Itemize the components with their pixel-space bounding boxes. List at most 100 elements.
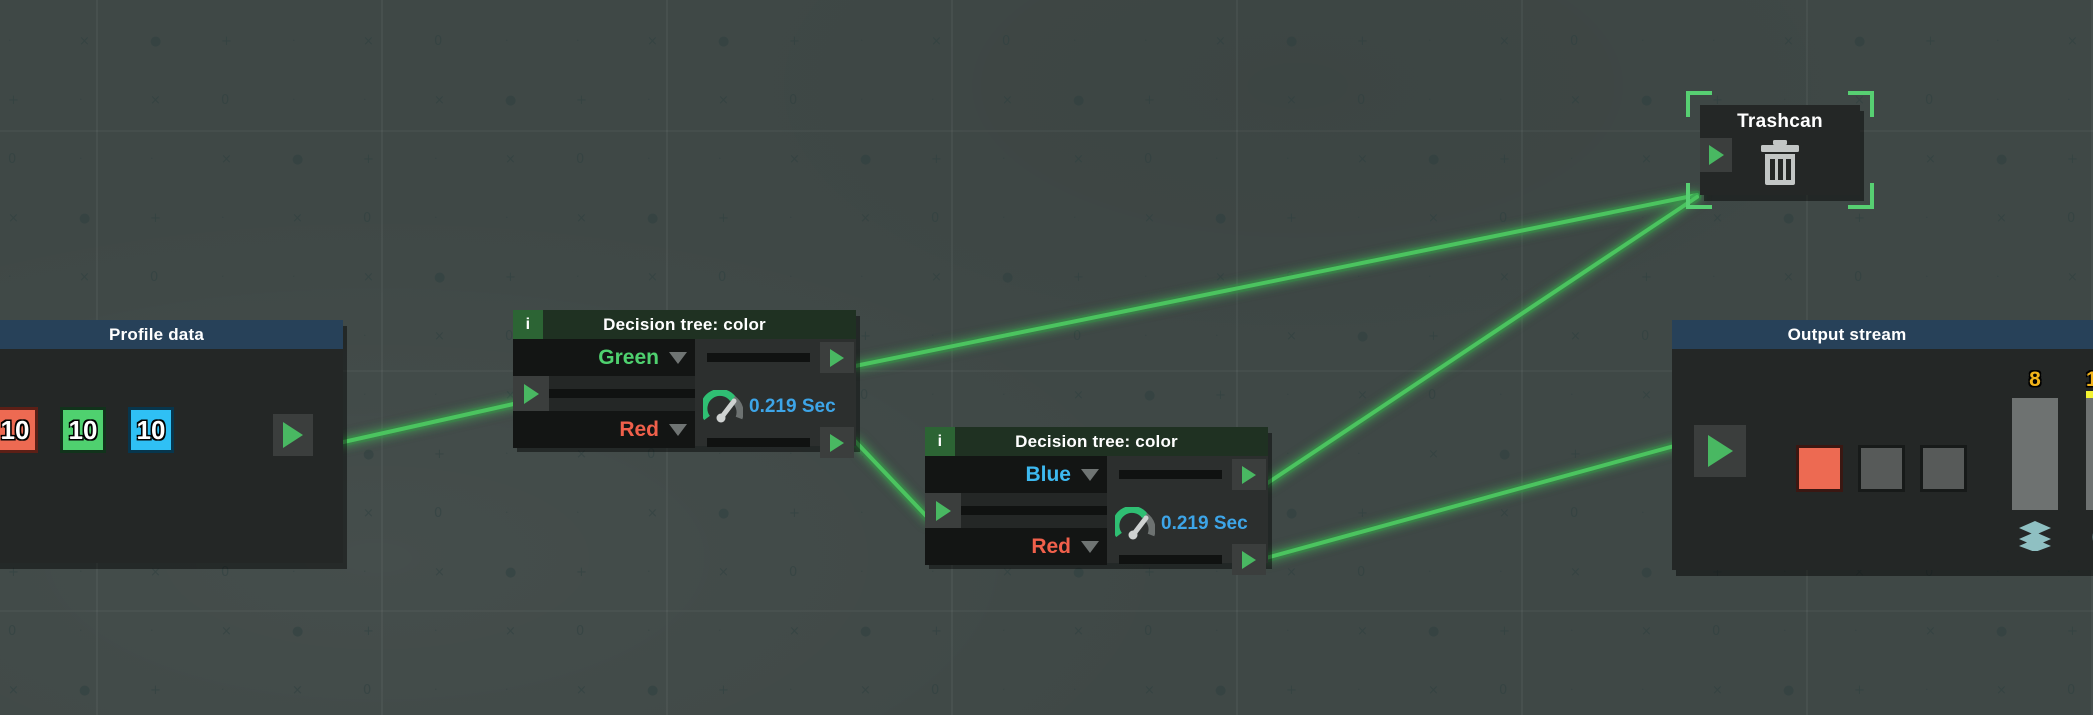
node-profile-data[interactable]: Profile data 10 10 10 [0,320,347,569]
grid-marker: + [2067,624,2078,639]
grid-marker: ● [79,211,91,226]
grid-marker: + [576,93,587,108]
meter-layers[interactable]: 8 [2012,368,2058,555]
grid-marker: + [1499,152,1510,167]
grid-marker: 0 [2067,211,2076,226]
output-track-top-1[interactable] [707,353,810,362]
grid-marker: × [1002,93,1013,108]
input-port-output-stream[interactable] [1694,425,1746,477]
grid-marker: × [2067,270,2078,285]
output-port-top-2[interactable] [1232,459,1266,490]
grid-marker: · [1286,447,1290,460]
grid-marker: × [860,683,871,698]
grid-marker: × [1286,93,1297,108]
node-decision-tree-1[interactable]: i Decision tree: color Green Red 0.219 S… [513,310,860,458]
grid-marker: × [1712,683,1723,698]
grid-marker: · [1783,624,1787,637]
output-swatch-red[interactable] [1796,445,1843,492]
profile-data-output-port[interactable] [273,414,313,456]
output-port-bottom-2[interactable] [1232,544,1266,575]
grid-marker: + [363,152,374,167]
grid-marker: 0 [8,152,17,167]
profile-value-red[interactable]: 10 [0,407,38,453]
dropdown-top-choice-2[interactable]: Blue [925,456,1107,493]
node-graph-canvas[interactable]: · × ● + · × 0 · · × ● + · × 0 · · × ● + · × 0 · · × ● + · × + · × 0 · · × ● + ·… [0,0,2093,715]
grid-marker: ● [860,152,872,167]
grid-marker: · [1641,447,1645,460]
node-output-stream[interactable]: Output stream 8 1 [1672,320,2093,576]
input-port-decision-tree-1[interactable] [513,376,549,411]
grid-marker: · [1641,211,1645,224]
dropdown-value: Red [1031,534,1071,558]
selection-bracket-bottom-left [1686,183,1712,209]
dropdown-bottom-choice-2[interactable]: Red [925,528,1107,565]
grid-marker: · [1286,152,1290,165]
grid-marker: · [363,329,367,342]
input-port-trashcan[interactable] [1700,138,1732,172]
grid-marker: + [1854,211,1865,226]
grid-marker: · [860,93,864,106]
grid-marker: × [505,624,516,639]
grid-marker: 0 [1499,683,1508,698]
grid-marker: ● [1144,388,1156,403]
grid-marker: × [1641,624,1652,639]
grid-marker: × [1002,329,1013,344]
grid-marker: · [718,152,722,165]
grid-marker: ● [505,565,517,580]
node-titlebar-decision-tree-1: i Decision tree: color [513,310,856,339]
grid-marker: 0 [789,93,798,108]
output-port-top-1[interactable] [820,342,854,373]
grid-marker: × [1925,152,1936,167]
output-port-bottom-1[interactable] [820,427,854,458]
grid-marker: · [1002,388,1006,401]
grid-marker: · [789,270,793,283]
grid-marker: · [292,93,296,106]
grid-marker: × [647,270,658,285]
grid-marker: · [789,683,793,696]
dropdown-top-choice-1[interactable]: Green [513,339,695,376]
grid-marker: · [576,34,580,47]
dropdown-bottom-choice-1[interactable]: Red [513,411,695,448]
gauge-icon [1112,505,1156,541]
grid-marker: · [1428,565,1432,578]
grid-marker: ● [1286,34,1298,49]
grid-marker: + [434,447,445,462]
grid-marker: · [79,624,83,637]
grid-marker: × [1499,506,1510,521]
grid-marker: × [221,152,232,167]
gauge-value-2: 0.219 Sec [1161,513,1248,534]
output-swatch-empty-2[interactable] [1920,445,1967,492]
grid-marker: 0 [1144,152,1153,167]
meter-accuracy[interactable]: 100% [2086,368,2093,555]
grid-marker: ● [434,270,446,285]
node-decision-tree-2[interactable]: i Decision tree: color Blue Red 0.219 Se… [925,427,1272,575]
input-port-decision-tree-2[interactable] [925,493,961,528]
grid-marker: · [789,211,793,224]
grid-marker: · [931,93,935,106]
info-badge-icon[interactable]: i [513,310,543,339]
profile-value-blue[interactable]: 10 [128,407,174,453]
grid-marker: · [1428,270,1432,283]
grid-marker: × [292,211,303,226]
profile-value-green[interactable]: 10 [60,407,106,453]
grid-marker: + [718,683,729,698]
grid-marker: × [434,93,445,108]
output-track-bottom-1[interactable] [707,438,810,447]
grid-marker: + [363,624,374,639]
grid-marker: · [1783,93,1787,106]
output-track-bottom-2[interactable] [1119,555,1222,564]
node-trashcan[interactable]: Trashcan [1686,91,1874,209]
grid-marker: × [860,211,871,226]
grid-marker: 0 [1073,329,1082,344]
grid-marker: · [1215,329,1219,342]
output-track-top-2[interactable] [1119,470,1222,479]
grid-marker: 0 [1499,211,1508,226]
grid-marker: 0 [363,211,372,226]
grid-marker: 0 [1854,270,1863,285]
selection-bracket-bottom-right [1848,183,1874,209]
grid-marker: + [789,506,800,521]
grid-marker: · [718,624,722,637]
info-badge-icon[interactable]: i [925,427,955,456]
grid-marker: + [221,34,232,49]
output-swatch-empty-1[interactable] [1858,445,1905,492]
